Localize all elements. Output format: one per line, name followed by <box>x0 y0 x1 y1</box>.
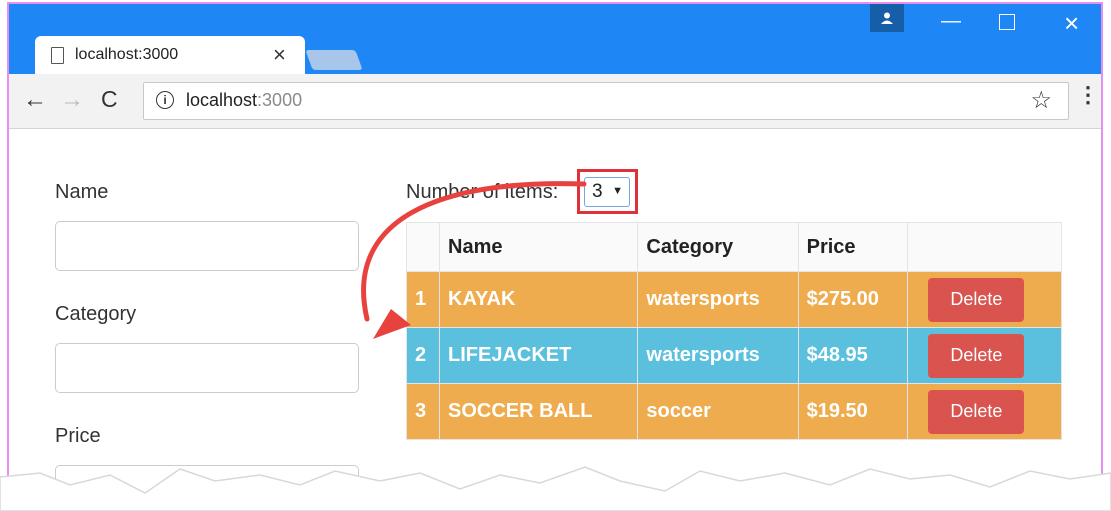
new-tab-button[interactable] <box>305 50 363 70</box>
product-name: SOCCER BALL <box>438 383 639 440</box>
minimize-button[interactable]: — <box>941 10 961 33</box>
tab-close-icon[interactable]: × <box>273 42 286 68</box>
product-price: $48.95 <box>797 327 909 384</box>
user-icon <box>881 12 893 24</box>
product-category: watersports <box>637 327 799 384</box>
column-header-category: Category <box>637 222 799 272</box>
table-row: 3 SOCCER BALL soccer $19.50 Delete <box>406 383 1062 440</box>
url-host: localhost <box>186 90 258 110</box>
price-label: Price <box>55 425 101 447</box>
page-content: Name Category Price Number of items: 3 ▼… <box>9 129 1101 500</box>
page-icon <box>51 47 64 64</box>
name-label: Name <box>55 181 109 203</box>
profile-button[interactable] <box>870 4 904 32</box>
reload-button[interactable]: C <box>101 86 118 113</box>
browser-tab[interactable]: localhost:3000 × <box>35 36 305 76</box>
url-text: localhost:3000 <box>186 90 302 111</box>
product-category: soccer <box>637 383 799 440</box>
product-category: watersports <box>637 271 799 328</box>
info-icon[interactable]: i <box>156 91 174 109</box>
category-label: Category <box>55 303 137 325</box>
actions-cell: Delete <box>907 383 1062 440</box>
title-bar: localhost:3000 × — × <box>9 4 1101 76</box>
column-header-actions <box>907 222 1062 272</box>
bookmark-star-icon[interactable]: ☆ <box>1030 86 1052 115</box>
back-button[interactable]: ← <box>23 86 47 114</box>
delete-button[interactable]: Delete <box>928 333 1025 378</box>
actions-cell: Delete <box>907 271 1062 328</box>
address-bar[interactable]: i localhost:3000 ☆ <box>143 82 1069 120</box>
url-port: :3000 <box>257 90 303 110</box>
row-index: 3 <box>406 383 440 440</box>
category-input[interactable] <box>55 343 359 393</box>
product-price: $19.50 <box>797 383 909 440</box>
torn-edge <box>0 466 1111 511</box>
menu-icon[interactable]: ⋮ <box>1077 83 1099 105</box>
forward-button[interactable]: → <box>60 86 84 114</box>
delete-button[interactable]: Delete <box>928 389 1025 434</box>
address-bar-row: ← → C i localhost:3000 ☆ ⋮ <box>9 74 1101 129</box>
name-input[interactable] <box>55 221 359 271</box>
close-window-button[interactable]: × <box>1064 8 1079 39</box>
delete-button[interactable]: Delete <box>928 277 1025 322</box>
product-price: $275.00 <box>797 271 909 328</box>
tab-title: localhost:3000 <box>75 46 179 63</box>
actions-cell: Delete <box>907 327 1062 384</box>
column-header-price: Price <box>797 222 909 272</box>
annotation-arrow <box>361 181 587 339</box>
maximize-button[interactable] <box>999 14 1015 30</box>
browser-window: localhost:3000 × — × ← → C i localhost:3… <box>7 2 1103 502</box>
